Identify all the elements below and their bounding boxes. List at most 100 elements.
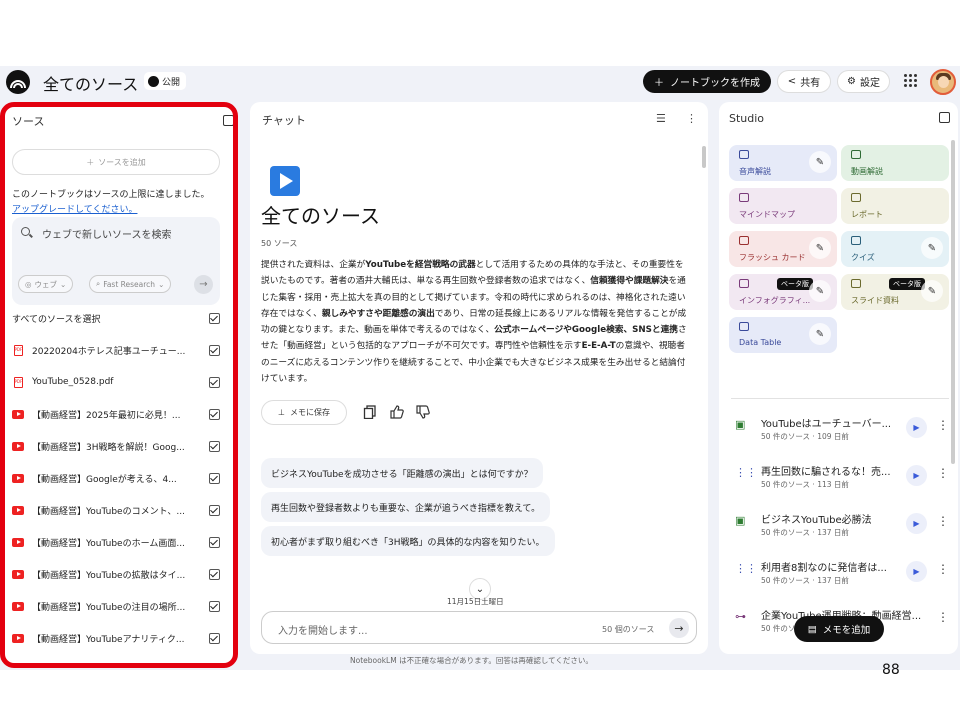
share-button[interactable]: < 共有 bbox=[777, 70, 831, 93]
play-icon[interactable]: ▶ bbox=[906, 417, 927, 438]
source-item[interactable]: 【動画経営】Googleが考える、4... bbox=[12, 470, 220, 486]
source-item[interactable]: 【動画経営】2025年最初に必見！... bbox=[12, 406, 220, 422]
studio-note[interactable]: ▣ YouTubeはユーチューバー... 50 件のソース · 109 日前 ▶ ⋮ bbox=[731, 409, 949, 445]
select-all-checkbox[interactable] bbox=[209, 312, 220, 324]
source-item[interactable]: 【動画経営】3H戦略を解説！Goog... bbox=[12, 438, 220, 454]
edit-pencil-icon[interactable]: ✎ bbox=[809, 151, 831, 173]
more-vert-icon[interactable]: ⋮ bbox=[937, 418, 949, 432]
thumbs-down-icon[interactable] bbox=[416, 405, 430, 419]
more-vert-icon[interactable]: ⋮ bbox=[686, 112, 697, 125]
studio-tile[interactable]: スライド資料 ベータ版 ✎ bbox=[841, 274, 949, 310]
edit-pencil-icon[interactable]: ✎ bbox=[809, 237, 831, 259]
more-vert-icon[interactable]: ⋮ bbox=[937, 610, 949, 624]
pdf-icon: PDF bbox=[12, 376, 24, 388]
source-item[interactable]: 【動画経営】YouTubeの拡散はタイ... bbox=[12, 566, 220, 582]
youtube-icon bbox=[12, 440, 24, 452]
chat-scrollbar[interactable] bbox=[702, 146, 706, 168]
thumbs-up-icon[interactable] bbox=[390, 405, 404, 419]
add-source-label: ソースを追加 bbox=[98, 157, 146, 167]
youtube-icon bbox=[12, 472, 24, 484]
send-button[interactable]: → bbox=[669, 618, 689, 638]
notebooklm-logo-icon[interactable] bbox=[6, 70, 30, 94]
source-checkbox[interactable] bbox=[209, 632, 220, 644]
public-badge[interactable]: 公開 bbox=[144, 72, 187, 90]
edit-pencil-icon[interactable]: ✎ bbox=[921, 237, 943, 259]
source-item[interactable]: 【動画経営】YouTubeの注目の場所... bbox=[12, 598, 220, 614]
share-icon: < bbox=[787, 76, 797, 87]
web-dropdown[interactable]: ◎ ウェブ ⌄ bbox=[18, 275, 74, 293]
edit-pencil-icon[interactable]: ✎ bbox=[921, 280, 943, 302]
studio-tile[interactable]: フラッシュ カード ✎ bbox=[729, 231, 837, 267]
play-icon[interactable]: ▶ bbox=[906, 465, 927, 486]
create-notebook-button[interactable]: ＋ ノートブックを作成 bbox=[643, 70, 771, 93]
studio-tile[interactable]: マインドマップ bbox=[729, 188, 837, 224]
edit-pencil-icon[interactable]: ✎ bbox=[809, 323, 831, 345]
studio-scrollbar[interactable] bbox=[951, 140, 955, 464]
source-checkbox[interactable] bbox=[209, 472, 220, 484]
studio-note[interactable]: ⋮⋮ 利用者8割なのに発信者は... 50 件のソース · 137 日前 ▶ ⋮ bbox=[731, 553, 949, 589]
beta-badge: ベータ版 bbox=[777, 278, 813, 290]
youtube-icon bbox=[12, 408, 24, 420]
source-checkbox[interactable] bbox=[209, 600, 220, 612]
studio-tile[interactable]: インフォグラフィ... ベータ版 ✎ bbox=[729, 274, 837, 310]
suggested-question[interactable]: ビジネスYouTubeを成功させる「距離感の演出」とは何ですか？ bbox=[261, 458, 543, 488]
search-input[interactable]: ウェブで新しいソースを検索 bbox=[42, 226, 172, 241]
studio-tile[interactable]: クイズ ✎ bbox=[841, 231, 949, 267]
select-all-row[interactable]: すべてのソースを選択 bbox=[12, 310, 220, 326]
source-item[interactable]: 【動画経営】YouTubeのホーム画面... bbox=[12, 534, 220, 550]
add-note-label: メモを追加 bbox=[822, 625, 871, 636]
source-item[interactable]: PDF YouTube_0528.pdf bbox=[12, 374, 220, 390]
upgrade-link[interactable]: アップグレードしてください。 bbox=[12, 202, 137, 215]
more-vert-icon[interactable]: ⋮ bbox=[937, 466, 949, 480]
research-icon: ⌕ bbox=[96, 279, 101, 288]
settings-button[interactable]: ⚙ 設定 bbox=[837, 70, 890, 93]
suggested-question[interactable]: 初心者がまず取り組むべき「3H戦略」の具体的な内容を知りたい。 bbox=[261, 526, 555, 556]
studio-tile[interactable]: レポート bbox=[841, 188, 949, 224]
gear-icon: ⚙ bbox=[847, 76, 856, 87]
studio-note[interactable]: ⊶企業YouT49 件のソース · 141 日前⋮ bbox=[731, 649, 949, 654]
source-checkbox[interactable] bbox=[209, 536, 220, 548]
more-vert-icon[interactable]: ⋮ bbox=[937, 514, 949, 528]
user-avatar[interactable] bbox=[930, 69, 956, 95]
source-checkbox[interactable] bbox=[209, 408, 220, 420]
apps-grid-icon[interactable] bbox=[904, 74, 918, 88]
web-source-search[interactable]: ウェブで新しいソースを検索 ◎ ウェブ ⌄ ⌕ Fast Research ⌄ … bbox=[12, 217, 220, 305]
source-item-label: 【動画経営】2025年最初に必見！... bbox=[32, 410, 181, 421]
summary-emphasis: YouTubeを経営戦略の武器 bbox=[365, 260, 476, 270]
studio-tile[interactable]: 動画解説 bbox=[841, 145, 949, 181]
studio-note[interactable]: ⋮⋮ 再生回数に騙されるな！売... 50 件のソース · 113 日前 ▶ ⋮ bbox=[731, 457, 949, 493]
suggested-question[interactable]: 再生回数や登録者数よりも重要な、企業が追うべき指標を教えて。 bbox=[261, 492, 551, 522]
source-item[interactable]: PDF 20220204ホテレス記事ユーチュー... bbox=[12, 342, 220, 358]
add-source-button[interactable]: ＋ ソースを追加 bbox=[12, 149, 220, 175]
web-dropdown-label: ウェブ bbox=[34, 279, 58, 289]
add-note-button[interactable]: ▤ メモを追加 bbox=[794, 616, 884, 642]
copy-icon[interactable] bbox=[363, 405, 377, 419]
studio-note[interactable]: ▣ ビジネスYouTube必勝法 50 件のソース · 137 日前 ▶ ⋮ bbox=[731, 505, 949, 541]
studio-tile[interactable]: 音声解説 ✎ bbox=[729, 145, 837, 181]
source-checkbox[interactable] bbox=[209, 344, 220, 356]
source-checkbox[interactable] bbox=[209, 440, 220, 452]
tune-icon[interactable]: ☰ bbox=[656, 112, 666, 125]
notebook-title[interactable]: 全てのソース bbox=[43, 71, 138, 95]
youtube-icon bbox=[12, 504, 24, 516]
audio-icon: ⋮⋮ bbox=[735, 466, 757, 479]
studio-tile-icon bbox=[851, 236, 861, 245]
play-icon[interactable]: ▶ bbox=[906, 513, 927, 534]
edit-pencil-icon[interactable]: ✎ bbox=[809, 280, 831, 302]
collapse-panel-icon[interactable] bbox=[939, 112, 950, 123]
source-item[interactable]: 【動画経営】YouTubeのコメント、... bbox=[12, 502, 220, 518]
research-mode-dropdown[interactable]: ⌕ Fast Research ⌄ bbox=[89, 275, 172, 293]
source-item[interactable]: 【動画経営】YouTubeアナリティク... bbox=[12, 630, 220, 646]
save-to-note-button[interactable]: ⊥ メモに保存 bbox=[261, 400, 347, 425]
source-checkbox[interactable] bbox=[209, 376, 220, 388]
search-submit-button[interactable]: → bbox=[194, 275, 213, 294]
source-checkbox[interactable] bbox=[209, 504, 220, 516]
studio-tile[interactable]: Data Table ✎ bbox=[729, 317, 837, 353]
source-checkbox[interactable] bbox=[209, 568, 220, 580]
chat-input-placeholder[interactable]: 入力を開始します... bbox=[278, 622, 368, 637]
collapse-panel-icon[interactable] bbox=[223, 115, 233, 126]
chat-input[interactable]: 入力を開始します... 50 個のソース → bbox=[261, 611, 697, 644]
youtube-icon bbox=[12, 536, 24, 548]
play-icon[interactable]: ▶ bbox=[906, 561, 927, 582]
more-vert-icon[interactable]: ⋮ bbox=[937, 562, 949, 576]
